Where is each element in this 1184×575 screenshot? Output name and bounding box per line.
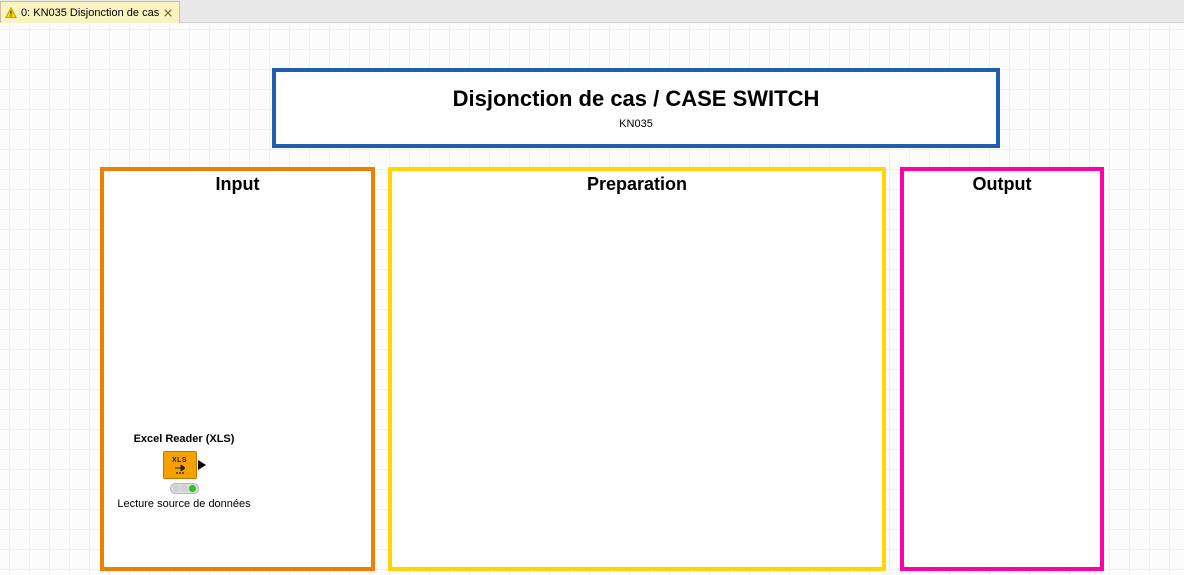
- group-output-label: Output: [904, 171, 1100, 195]
- node-caption: Lecture source de données: [117, 498, 250, 511]
- arrow-right-icon: [175, 465, 185, 471]
- node-icon: XLS: [163, 451, 197, 479]
- status-dot-red: [173, 485, 180, 492]
- status-dot-yellow: [181, 485, 188, 492]
- workflow-title-annotation[interactable]: Disjonction de cas / CASE SWITCH KN035: [272, 68, 1000, 148]
- node-status-traffic-light: [170, 483, 199, 494]
- tab-label: 0: KN035 Disjonction de cas: [21, 7, 159, 19]
- ellipsis-icon: [176, 472, 184, 474]
- workflow-title: Disjonction de cas / CASE SWITCH: [453, 86, 820, 112]
- node-badge: XLS: [172, 457, 187, 464]
- group-output[interactable]: Output: [900, 167, 1104, 571]
- workflow-tab[interactable]: 0: KN035 Disjonction de cas: [0, 1, 180, 23]
- workflow-code: KN035: [619, 118, 653, 130]
- warning-icon: [5, 7, 17, 19]
- status-dot-green: [189, 485, 196, 492]
- workflow-canvas[interactable]: Disjonction de cas / CASE SWITCH KN035 I…: [0, 23, 1184, 575]
- node-body-row: XLS: [163, 451, 206, 479]
- close-icon[interactable]: [163, 8, 173, 18]
- node-excel-reader[interactable]: Excel Reader (XLS) XLS Lecture source de…: [114, 433, 254, 511]
- node-title: Excel Reader (XLS): [134, 433, 235, 445]
- output-port-icon[interactable]: [198, 460, 206, 470]
- group-input-label: Input: [104, 171, 371, 195]
- tab-bar: 0: KN035 Disjonction de cas: [0, 0, 1184, 23]
- group-preparation-label: Preparation: [392, 171, 882, 195]
- group-preparation[interactable]: Preparation: [388, 167, 886, 571]
